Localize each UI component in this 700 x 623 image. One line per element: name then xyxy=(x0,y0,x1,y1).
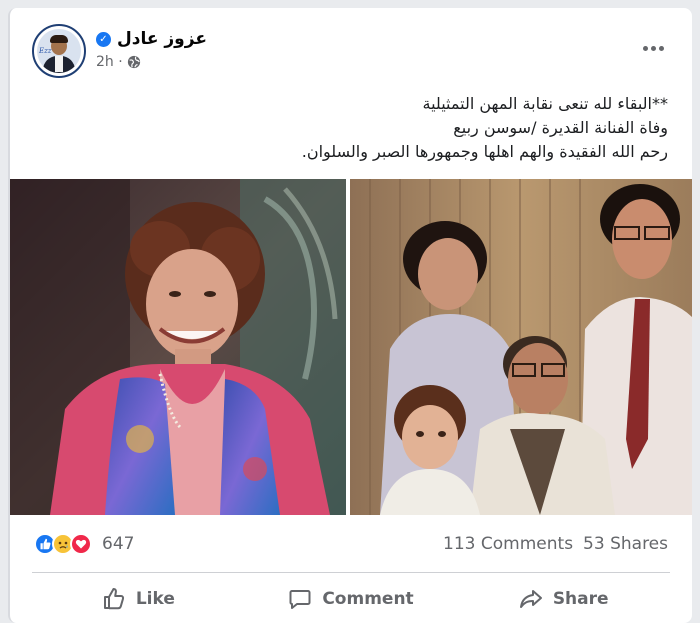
post-text: **البقاء لله تنعى نقابة المهن التمثيلية … xyxy=(48,92,668,164)
comment-label: Comment xyxy=(322,589,414,609)
comment-bubble-icon xyxy=(289,590,311,609)
share-label: Share xyxy=(552,589,609,609)
post-stats: 113 Comments 53 Shares xyxy=(443,534,668,554)
family-portrait-illustration xyxy=(350,179,692,515)
love-icon xyxy=(70,533,92,555)
avatar-logo-text: Ezz xyxy=(39,47,52,55)
post-text-line: وفاة الفنانة القديرة /سوسن ربيع xyxy=(453,118,668,137)
post-text-line: **البقاء لله تنعى نقابة المهن التمثيلية xyxy=(422,94,669,113)
comments-count[interactable]: 113 Comments xyxy=(443,534,573,554)
engagement-summary: 647 113 Comments 53 Shares xyxy=(34,531,668,557)
post-card: Ezz ✓ عزوز عادل 2h · **البقاء لله تنعى ن… xyxy=(8,8,692,623)
comment-button[interactable]: Comment xyxy=(245,580,458,618)
post-meta: 2h · xyxy=(96,54,141,70)
woman-portrait-illustration xyxy=(10,179,346,515)
photo-family-portrait[interactable] xyxy=(350,179,692,515)
post-text-line: رحم الله الفقيدة والهم اهلها وجمهورها ال… xyxy=(301,142,668,161)
share-button[interactable]: Share xyxy=(457,580,670,618)
divider xyxy=(32,572,670,573)
post-header: Ezz ✓ عزوز عادل 2h · xyxy=(32,24,672,80)
post-photos xyxy=(10,179,692,515)
photo-woman-portrait[interactable] xyxy=(10,179,346,515)
like-button[interactable]: Like xyxy=(32,580,245,618)
more-options-icon[interactable] xyxy=(638,38,668,58)
post-actions: Like Comment Share xyxy=(32,580,670,618)
reaction-count[interactable]: 647 xyxy=(102,534,134,554)
avatar-photo: Ezz xyxy=(37,29,81,73)
thumbs-up-icon xyxy=(103,588,124,610)
author-row: ✓ عزوز عادل xyxy=(96,28,207,50)
globe-icon[interactable] xyxy=(127,55,141,69)
reaction-icons[interactable] xyxy=(34,533,92,555)
author-avatar[interactable]: Ezz xyxy=(32,24,86,78)
post-timestamp[interactable]: 2h · xyxy=(96,54,123,70)
like-label: Like xyxy=(135,589,175,609)
share-arrow-icon xyxy=(519,590,542,608)
author-name[interactable]: عزوز عادل xyxy=(117,29,207,49)
shares-count[interactable]: 53 Shares xyxy=(583,534,668,554)
verified-badge-icon: ✓ xyxy=(96,31,111,47)
